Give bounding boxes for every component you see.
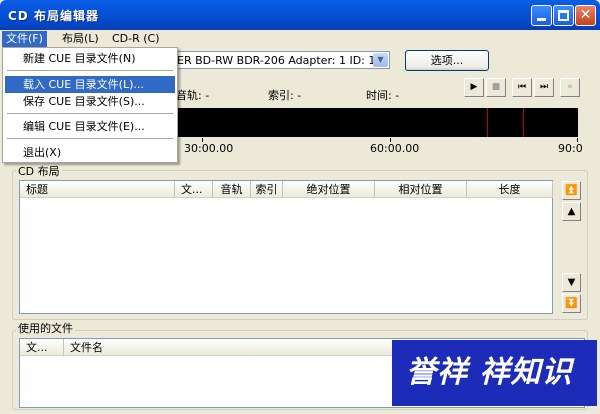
move-down-button[interactable]: ▼ — [562, 273, 581, 292]
minimize-button[interactable] — [531, 5, 552, 26]
close-icon: ✕ — [579, 7, 592, 23]
move-top-icon: ⏫ — [565, 185, 578, 196]
close-button[interactable]: ✕ — [575, 5, 596, 26]
chevron-down-icon[interactable]: ▼ — [373, 53, 388, 67]
time-status: 时间: - — [366, 89, 400, 102]
column-index[interactable]: 索引 — [251, 181, 283, 198]
column-track[interactable]: 音轨 — [213, 181, 251, 198]
menu-item-edit-cue[interactable]: 编辑 CUE 目录文件(E)... — [5, 118, 175, 135]
minimize-icon — [537, 18, 546, 21]
menu-layout[interactable]: 布局(L) — [58, 31, 103, 47]
column-title[interactable]: 标题 — [20, 181, 175, 198]
maximize-icon — [558, 10, 569, 21]
cd-layout-header: 标题 文... 音轨 索引 绝对位置 相对位置 长度 — [20, 181, 553, 198]
fast-forward-button[interactable]: » — [560, 78, 580, 97]
column-file[interactable]: 文... — [175, 181, 213, 198]
drive-select[interactable]: ER BD-RW BDR-206 Adapter: 1 ID: 1 ▼ — [172, 51, 390, 69]
index-status: 索引: - — [268, 89, 302, 102]
menu-separator — [7, 113, 173, 114]
play-icon: ▶ — [470, 82, 478, 92]
column-absolute-position[interactable]: 绝对位置 — [283, 181, 375, 198]
menu-item-new-cue[interactable]: 新建 CUE 目录文件(N) — [5, 50, 175, 67]
column-length[interactable]: 长度 — [467, 181, 553, 198]
move-bottom-icon: ⏬ — [565, 298, 578, 309]
options-button[interactable]: 选项... — [405, 50, 489, 71]
menu-item-load-cue[interactable]: 载入 CUE 目录文件(L)... — [5, 76, 175, 93]
track-status: 音轨: - — [176, 89, 210, 102]
window-title: CD 布局编辑器 — [8, 9, 99, 23]
column-relative-position[interactable]: 相对位置 — [375, 181, 467, 198]
skip-forward-icon: ⏭ — [539, 82, 549, 92]
drive-select-value: ER BD-RW BDR-206 Adapter: 1 ID: 1 — [177, 54, 376, 67]
fast-forward-icon: » — [567, 82, 573, 92]
previous-button[interactable]: ⏮ — [512, 78, 532, 97]
cd-layout-list[interactable]: 标题 文... 音轨 索引 绝对位置 相对位置 长度 — [19, 180, 553, 314]
arrow-down-icon: ▼ — [567, 277, 576, 288]
used-files-title: 使用的文件 — [16, 320, 75, 336]
watermark-logo: 誉祥 祥知识 — [392, 340, 597, 406]
menu-separator — [7, 70, 173, 71]
column-file-number[interactable]: 文... — [20, 339, 64, 356]
menu-item-save-cue[interactable]: 保存 CUE 目录文件(S)... — [5, 93, 175, 110]
cd-layout-title: CD 布局 — [16, 163, 62, 179]
file-menu-dropdown: 新建 CUE 目录文件(N) 载入 CUE 目录文件(L)... 保存 CUE … — [2, 47, 178, 163]
timeline-label: 60:00.00 — [370, 142, 420, 155]
move-up-button[interactable]: ▲ — [562, 202, 581, 221]
skip-back-icon: ⏮ — [517, 82, 527, 92]
timeline-marker — [487, 108, 488, 137]
title-bar[interactable]: CD 布局编辑器 ✕ — [0, 0, 600, 30]
arrow-up-icon: ▲ — [567, 206, 576, 217]
stop-icon: ■ — [491, 82, 501, 92]
timeline-marker — [523, 108, 524, 137]
menu-cdr[interactable]: CD-R (C) — [108, 31, 164, 47]
stop-button[interactable]: ■ — [486, 78, 506, 97]
move-bottom-button[interactable]: ⏬ — [562, 294, 581, 313]
menu-bar: 文件(F) 布局(L) CD-R (C) — [0, 30, 600, 48]
timeline-label: 30:00.00 — [184, 142, 234, 155]
move-top-button[interactable]: ⏫ — [562, 181, 581, 200]
timeline-label: 90:0 — [558, 142, 583, 155]
menu-separator — [7, 138, 173, 139]
menu-file[interactable]: 文件(F) — [2, 31, 47, 47]
next-button[interactable]: ⏭ — [534, 78, 554, 97]
timeline[interactable] — [172, 108, 578, 137]
maximize-button[interactable] — [553, 5, 574, 26]
play-button[interactable]: ▶ — [464, 78, 484, 97]
menu-item-exit[interactable]: 退出(X) — [5, 144, 175, 161]
